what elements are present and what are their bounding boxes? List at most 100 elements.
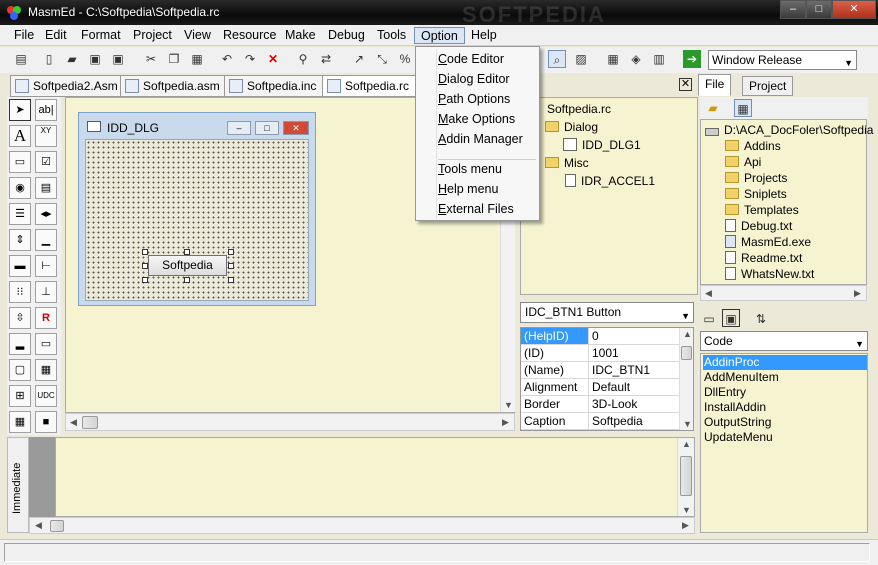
resize-handle[interactable] [184,277,190,283]
tab-softpedia-inc[interactable]: Softpedia.inc [224,75,324,97]
trackbar-icon[interactable]: ⊥ [35,281,57,303]
property-row[interactable]: (Name) IDC_BTN1 [521,362,681,379]
proc-item[interactable]: InstallAddin [703,400,867,415]
file-item[interactable]: Projects [725,171,787,185]
save-all-icon[interactable]: ▣ [109,50,127,68]
pointer-icon[interactable]: ➤ [9,99,31,121]
resize-handle[interactable] [228,263,234,269]
tabstrip-icon[interactable]: ◂▸ [35,203,57,225]
close-tab-icon[interactable]: ✕ [679,78,692,91]
menu-tools[interactable]: Tools [371,27,412,44]
radio-icon[interactable]: ◉ [9,177,31,199]
file-item[interactable]: Debug.txt [725,219,792,233]
layers-icon[interactable]: ◈ [627,50,645,68]
build-config-select[interactable]: Window Release ▼ [708,50,857,70]
scroll-right-icon[interactable]: ▶ [854,288,861,299]
scroll-down-icon[interactable]: ▼ [683,419,692,429]
menu-format[interactable]: Format [75,27,127,44]
menu-item-path-options[interactable]: Path Options [438,90,510,108]
file-item[interactable]: MasmEd.exe [725,235,811,249]
menu-item-tools-menu[interactable]: Tools menu [438,160,502,178]
menu-edit[interactable]: Edit [39,27,73,44]
immediate-window[interactable]: ▲ ▼ [55,437,695,517]
menu-make[interactable]: Make [279,27,322,44]
scroll-thumb[interactable] [680,456,692,496]
progress-icon[interactable]: ▁ [35,229,57,251]
menu-item-addin-manager[interactable]: Addin Manager [438,130,523,148]
file-browser-hscrollbar[interactable]: ◀ ▶ [700,285,867,301]
dialog-preview[interactable]: IDD_DLG – □ ✕ [78,112,316,306]
updown-icon[interactable]: ⇳ [9,307,31,329]
menu-item-code-editor[interactable]: Code Editor [438,50,504,68]
proc-item[interactable]: DllEntry [703,385,867,400]
image-tool-icon[interactable]: ▨ [572,50,590,68]
scroll-left-icon[interactable]: ◀ [35,520,42,531]
scroll-down-icon[interactable]: ▼ [682,505,691,515]
tab-project[interactable]: Project [742,76,794,96]
menu-help[interactable]: Help [465,27,503,44]
property-row[interactable]: (HelpID) 0 [521,328,681,345]
file-item[interactable]: Api [725,155,761,169]
file-item[interactable]: Addins [725,139,781,153]
udc-icon[interactable]: UDC [35,385,57,407]
tree-node-dialog[interactable]: Dialog [545,120,598,134]
property-value[interactable]: Softpedia [591,413,643,429]
resize-handle[interactable] [142,263,148,269]
print-icon[interactable]: ▤ [12,50,30,68]
dialog-button-control[interactable]: Softpedia [148,255,227,276]
file-root[interactable]: D:\ACA_DocFoler\Softpedia [705,123,873,137]
menu-item-make-options[interactable]: Make Options [438,110,515,128]
property-vscrollbar[interactable]: ▲ ▼ [679,328,693,430]
file-item[interactable]: Sniplets [725,187,787,201]
scroll-thumb[interactable] [50,520,64,532]
hscroll-icon[interactable]: ▬ [9,255,31,277]
tree-node-idd-dlg1[interactable]: IDD_DLG1 [563,138,641,152]
window-icon[interactable]: ▭ [700,310,718,328]
proc-item[interactable]: OutputString [703,415,867,430]
image-icon[interactable]: ▢ [9,359,31,381]
scroll-right-icon[interactable]: ▶ [502,417,509,428]
filter-icon[interactable]: ▦ [734,99,752,117]
proc-item[interactable]: AddMenuItem [703,370,867,385]
tree-node-misc[interactable]: Misc [545,156,589,170]
dialog-client-area[interactable] [85,139,309,301]
paste-icon[interactable]: ▦ [188,50,206,68]
comment-icon[interactable]: % [396,50,414,68]
proc-item[interactable]: UpdateMenu [703,430,867,445]
resize-handle[interactable] [142,277,148,283]
immediate-tab[interactable]: Immediate [7,437,29,533]
combo-icon[interactable]: ▤ [35,177,57,199]
sort-icon[interactable]: ⇅ [752,310,770,328]
immediate-vscrollbar[interactable]: ▲ ▼ [677,438,694,516]
button-icon[interactable]: ▭ [9,151,31,173]
property-value[interactable]: Default [591,379,630,395]
immediate-hscrollbar[interactable]: ◀ ▶ [29,517,695,534]
close-window-button[interactable]: ✕ [832,0,876,19]
menu-item-dialog-editor[interactable]: Dialog Editor [438,70,510,88]
scroll-down-icon[interactable]: ▼ [504,400,513,410]
menu-resource[interactable]: Resource [217,27,283,44]
listview-icon[interactable]: ⁝⁝ [9,281,31,303]
file-item[interactable]: WhatsNew.txt [725,267,814,281]
file-item[interactable]: Readme.txt [725,251,802,265]
scroll-up-icon[interactable]: ▲ [683,329,692,339]
scroll-right-icon[interactable]: ▶ [682,520,689,531]
find-icon[interactable]: ⚲ [294,50,312,68]
code-filter-select[interactable]: Code ▼ [700,331,868,351]
menu-project[interactable]: Project [127,27,178,44]
menu-file[interactable]: File [8,27,40,44]
scroll-left-icon[interactable]: ◀ [705,288,712,299]
menu-view[interactable]: View [178,27,217,44]
maximize-button[interactable]: □ [806,0,832,19]
static-text-icon[interactable]: A [9,125,31,147]
property-row[interactable]: (ID) 1001 [521,345,681,362]
undo-icon[interactable]: ↶ [218,50,236,68]
treeview-icon[interactable]: ⊢ [35,255,57,277]
delete-icon[interactable]: ✕ [264,50,282,68]
animate-icon[interactable]: ⊞ [9,385,31,407]
shape-icon[interactable]: ▦ [9,411,31,433]
checkbox-icon[interactable]: ☑ [35,151,57,173]
groupbox-icon[interactable]: XY [35,125,57,147]
redo-icon[interactable]: ↷ [241,50,259,68]
tree-node-idr-accel1[interactable]: IDR_ACCEL1 [565,174,655,188]
